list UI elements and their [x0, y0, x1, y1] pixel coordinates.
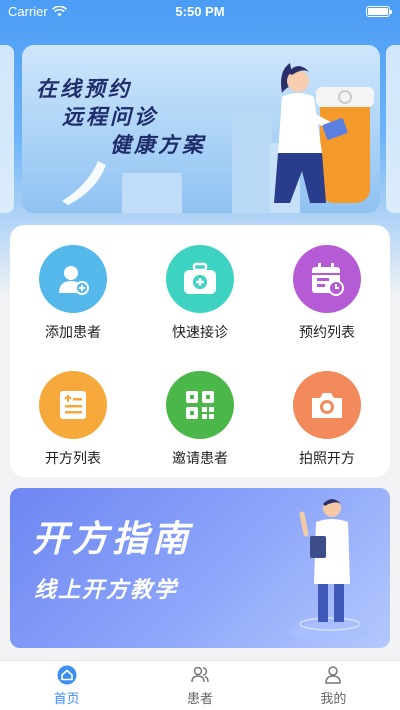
invite-patient-label: 邀请患者 — [172, 450, 228, 466]
appointment-list-button[interactable]: 预约列表 — [264, 225, 390, 351]
add-patient-label: 添加患者 — [45, 324, 101, 340]
carousel-prev-peek[interactable] — [0, 45, 14, 213]
home-icon — [57, 665, 77, 684]
building-decoration — [122, 173, 182, 213]
promo-banner[interactable]: 在线预约 远程问诊 健康方案 — [22, 45, 380, 213]
invite-patient-button[interactable]: 邀请患者 — [137, 351, 263, 477]
carousel-next-peek[interactable] — [386, 45, 400, 213]
quick-consult-label: 快速接诊 — [172, 324, 228, 340]
camera-icon — [293, 371, 361, 439]
status-time: 5:50 PM — [175, 3, 225, 19]
prescription-list-label: 开方列表 — [45, 450, 101, 466]
doctor-illustration — [290, 499, 370, 641]
tab-bar: 首页 患者 我的 — [0, 660, 400, 710]
appointment-list-label: 预约列表 — [299, 324, 355, 340]
calendar-icon — [293, 245, 361, 313]
photo-prescription-label: 拍照开方 — [299, 450, 355, 466]
tab-home[interactable]: 首页 — [0, 661, 133, 710]
doctor-illustration — [274, 63, 374, 203]
prescription-list-button[interactable]: 开方列表 — [10, 351, 136, 477]
qr-code-icon — [166, 371, 234, 439]
status-bar: Carrier 5:50 PM — [0, 0, 400, 22]
tab-profile[interactable]: 我的 — [267, 661, 400, 710]
tab-profile-label: 我的 — [320, 690, 347, 706]
tab-patients[interactable]: 患者 — [133, 661, 266, 710]
medical-kit-icon — [166, 245, 234, 313]
add-patient-icon — [39, 245, 107, 313]
prescription-icon — [39, 371, 107, 439]
tab-home-label: 首页 — [53, 690, 80, 706]
add-patient-button[interactable]: 添加患者 — [10, 225, 136, 351]
ruler-decoration — [62, 161, 106, 205]
profile-icon — [325, 665, 342, 684]
banner-line-1: 在线预约 — [36, 76, 132, 101]
prescription-guide-banner[interactable]: 开方指南 线上开方教学 — [10, 488, 390, 648]
quick-consult-button[interactable]: 快速接诊 — [137, 225, 263, 351]
photo-prescription-button[interactable]: 拍照开方 — [264, 351, 390, 477]
guide-title: 开方指南 — [32, 518, 193, 559]
patients-icon — [191, 666, 209, 682]
function-grid-card: 添加患者 快速接诊 预约列表 开方列表 邀请患者 拍照开方 — [10, 225, 390, 477]
banner-line-2: 远程问诊 — [62, 104, 158, 129]
battery-icon — [366, 6, 392, 17]
tab-patients-label: 患者 — [186, 690, 213, 706]
guide-subtitle: 线上开方教学 — [34, 577, 179, 602]
